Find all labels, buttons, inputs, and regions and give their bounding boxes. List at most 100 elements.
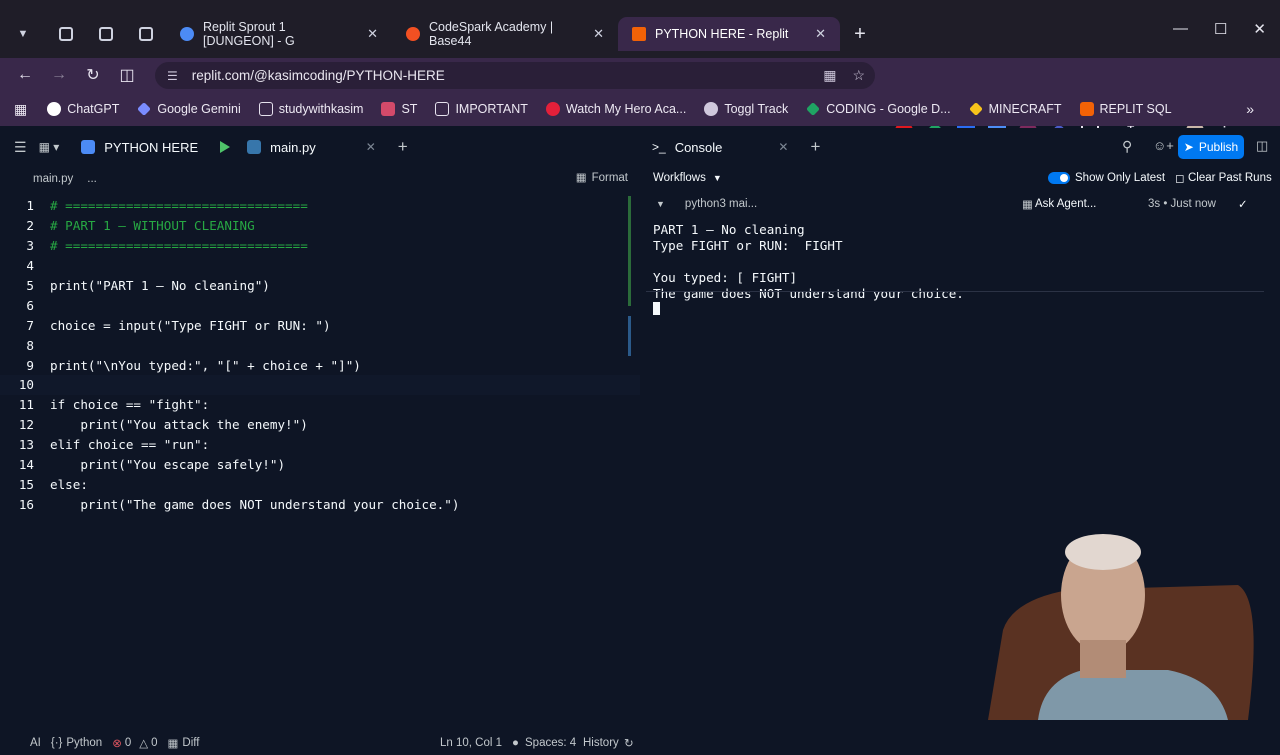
search-icon[interactable]: ⚲ [1122, 138, 1132, 155]
close-icon[interactable]: ✕ [583, 26, 604, 42]
ai-status[interactable]: AI [30, 737, 41, 749]
reload-icon[interactable]: ↻ [76, 65, 110, 85]
pinned-tab-2[interactable] [86, 17, 126, 51]
split-view-icon[interactable]: ◫ [110, 65, 144, 85]
code-line[interactable]: 14 print("You escape safely!") [0, 455, 640, 475]
close-icon[interactable]: ✕ [805, 26, 826, 42]
code-text: print("\nYou typed:", "[" + choice + "]"… [50, 357, 361, 373]
breadcrumb-file[interactable]: main.py [33, 173, 73, 185]
code-line[interactable]: 10 [0, 375, 640, 395]
code-line[interactable]: 3 # ================================ [0, 236, 640, 256]
breadcrumb-more[interactable]: ... [87, 173, 97, 185]
bookmark-chatgpt[interactable]: ChatGPT [47, 102, 119, 116]
browser-tab-strip: ▼ Replit Sprout 1 [DUNGEON] - G ✕ CodeSp… [0, 0, 1280, 58]
code-line[interactable]: 16 print("The game does NOT understand y… [0, 494, 640, 514]
install-app-icon[interactable]: ▦ [823, 67, 836, 84]
workspace-menu-icon[interactable]: ▦ ▾ [39, 140, 60, 154]
browser-tab-dungeon[interactable]: Replit Sprout 1 [DUNGEON] - G ✕ [166, 17, 392, 51]
ask-agent-button[interactable]: Ask Agent... [1035, 198, 1096, 210]
project-name[interactable]: PYTHON HERE [104, 140, 198, 155]
bookmark-myheroacademia[interactable]: Watch My Hero Aca... [545, 102, 686, 116]
plus-icon: + [854, 22, 866, 45]
drive-icon [806, 102, 821, 116]
panel-toggle-icon[interactable]: ◫ [1256, 138, 1268, 154]
chevron-down-icon[interactable]: ▼ [656, 199, 665, 209]
browser-tab-replit[interactable]: PYTHON HERE - Replit ✕ [618, 17, 840, 51]
publish-button[interactable]: ➤ Publish [1178, 135, 1244, 159]
show-only-latest-label: Show Only Latest [1075, 172, 1166, 184]
code-line[interactable]: 8 [0, 335, 640, 355]
error-count[interactable]: 0 [125, 737, 131, 749]
language-label[interactable]: Python [66, 737, 102, 749]
bookmark-label: REPLIT SQL [1099, 102, 1172, 116]
bookmark-label: MINECRAFT [988, 102, 1062, 116]
more-bookmarks-icon[interactable]: » [1246, 101, 1254, 117]
code-line[interactable]: 12 print("You attack the enemy!") [0, 415, 640, 435]
invite-user-icon[interactable]: ☺+ [1153, 138, 1174, 153]
st-icon [381, 102, 396, 116]
pinned-tab-3[interactable] [126, 17, 166, 51]
back-icon[interactable]: ← [8, 66, 42, 84]
sidebar-toggle-icon[interactable]: ☰ [14, 139, 27, 156]
code-line[interactable]: 15 else: [0, 474, 640, 494]
code-line[interactable]: 5 print("PART 1 — No cleaning") [0, 276, 640, 296]
pinned-tab-1[interactable] [46, 17, 86, 51]
close-icon[interactable]: ✕ [778, 140, 788, 154]
minimize-icon[interactable]: — [1173, 20, 1188, 38]
run-name[interactable]: python3 mai... [685, 198, 757, 210]
code-editor[interactable]: 1 # ================================ 2 # PA… [0, 196, 640, 514]
file-tab-main[interactable]: main.py [270, 140, 316, 155]
history-button[interactable]: History [583, 737, 619, 749]
code-text: else: [50, 476, 88, 492]
code-line[interactable]: 4 [0, 256, 640, 276]
bookmark-studywithkasim[interactable]: studywithkasim [258, 102, 363, 116]
python-file-icon [247, 140, 262, 154]
code-line[interactable]: 6 [0, 295, 640, 315]
diff-label[interactable]: Diff [182, 737, 199, 749]
bookmark-replit-sql[interactable]: REPLIT SQL [1079, 102, 1172, 116]
braces-icon: {·} [50, 737, 63, 749]
tab-search-button[interactable]: ▼ [0, 17, 46, 51]
line-number: 12 [18, 417, 34, 433]
close-icon[interactable]: ✕ [357, 26, 378, 42]
bookmark-gemini[interactable]: Google Gemini [137, 102, 241, 116]
code-line[interactable]: 9 print("\nYou typed:", "[" + choice + "]… [0, 355, 640, 375]
bookmark-coding[interactable]: CODING - Google D... [806, 102, 951, 116]
code-line[interactable]: 7 choice = input("Type FIGHT or RUN: ") [0, 315, 640, 335]
code-line[interactable]: 1 # ================================ [0, 196, 640, 216]
console-output[interactable]: PART 1 — No cleaning Type FIGHT or RUN: F… [653, 222, 964, 318]
warning-count[interactable]: 0 [151, 737, 157, 749]
show-only-latest-toggle[interactable] [1048, 172, 1070, 184]
agent-icon: ▦ [1022, 199, 1033, 211]
add-tab-icon[interactable]: + [810, 137, 820, 157]
bookmark-label: Google Gemini [157, 102, 241, 116]
site-info-icon[interactable]: ☰ [167, 69, 178, 83]
close-window-icon[interactable]: ✕ [1253, 20, 1266, 38]
console-tab[interactable]: >_ Console ✕ + [652, 128, 820, 166]
code-line[interactable]: 2 # PART 1 — WITHOUT CLEANING [0, 216, 640, 236]
change-gutter [628, 316, 631, 356]
code-line[interactable]: 13 elif choice == "run": [0, 435, 640, 455]
maximize-icon[interactable]: ☐ [1214, 20, 1227, 38]
close-icon[interactable]: ✕ [366, 140, 376, 154]
omnibox[interactable]: ☰ replit.com/@kasimcoding/PYTHON-HERE ▦ … [155, 62, 875, 89]
add-tab-icon[interactable]: + [398, 137, 408, 157]
run-icon[interactable] [220, 141, 231, 153]
bookmark-star-icon[interactable]: ☆ [852, 67, 865, 84]
new-tab-button[interactable]: + [840, 17, 880, 51]
bookmark-toggl[interactable]: Toggl Track [704, 102, 788, 116]
bookmark-minecraft[interactable]: MINECRAFT [968, 102, 1062, 116]
code-line[interactable]: 11 if choice == "fight": [0, 395, 640, 415]
spaces-setting[interactable]: Spaces: 4 [525, 737, 576, 749]
bookmark-important[interactable]: IMPORTANT [435, 102, 528, 116]
apps-grid-icon[interactable]: ▦ [14, 101, 27, 118]
bookmark-st[interactable]: ST [381, 102, 417, 116]
bookmark-label: IMPORTANT [455, 102, 528, 116]
cursor-position[interactable]: Ln 10, Col 1 [440, 737, 502, 749]
workflows-dropdown[interactable]: Workflows [653, 172, 706, 184]
browser-tab-codespark[interactable]: CodeSpark Academy | Base44 ✕ [392, 17, 618, 51]
clear-past-runs-button[interactable]: Clear Past Runs [1188, 172, 1272, 184]
format-button[interactable]: ▦ Format [576, 170, 628, 184]
code-text: print("The game does NOT understand your… [50, 496, 460, 512]
forward-icon[interactable]: → [42, 66, 76, 84]
